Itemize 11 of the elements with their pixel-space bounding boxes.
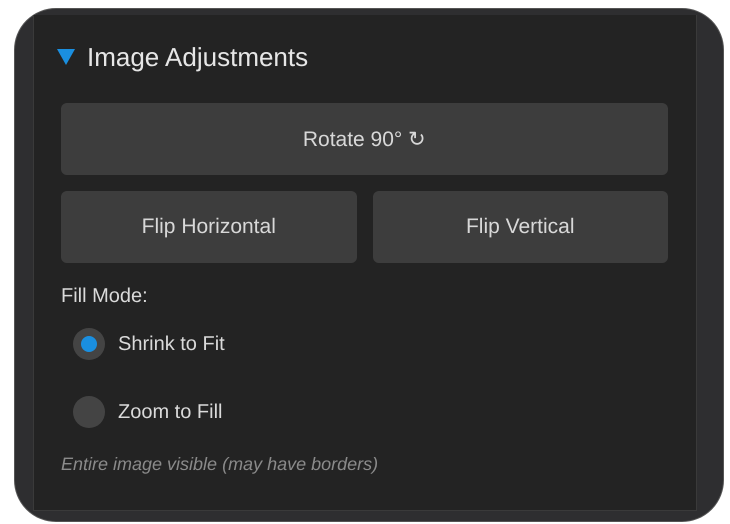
action-button[interactable]: Flip Vertical (372, 191, 668, 263)
expanded-caret-icon[interactable] (57, 49, 75, 65)
fill-mode-label: Fill Mode: (61, 285, 149, 308)
action-button[interactable]: Rotate 90° ↻ (61, 103, 668, 175)
radio-icon[interactable] (73, 396, 105, 428)
radio-option[interactable]: Zoom to Fill (73, 396, 668, 428)
action-button[interactable]: Flip Horizontal (61, 191, 356, 263)
hint-text: Entire image visible (may have borders) (61, 454, 380, 475)
radio-option[interactable]: Shrink to Fit (73, 328, 668, 360)
radio-icon[interactable] (73, 328, 105, 360)
section-title[interactable]: Image Adjustments (87, 42, 308, 72)
